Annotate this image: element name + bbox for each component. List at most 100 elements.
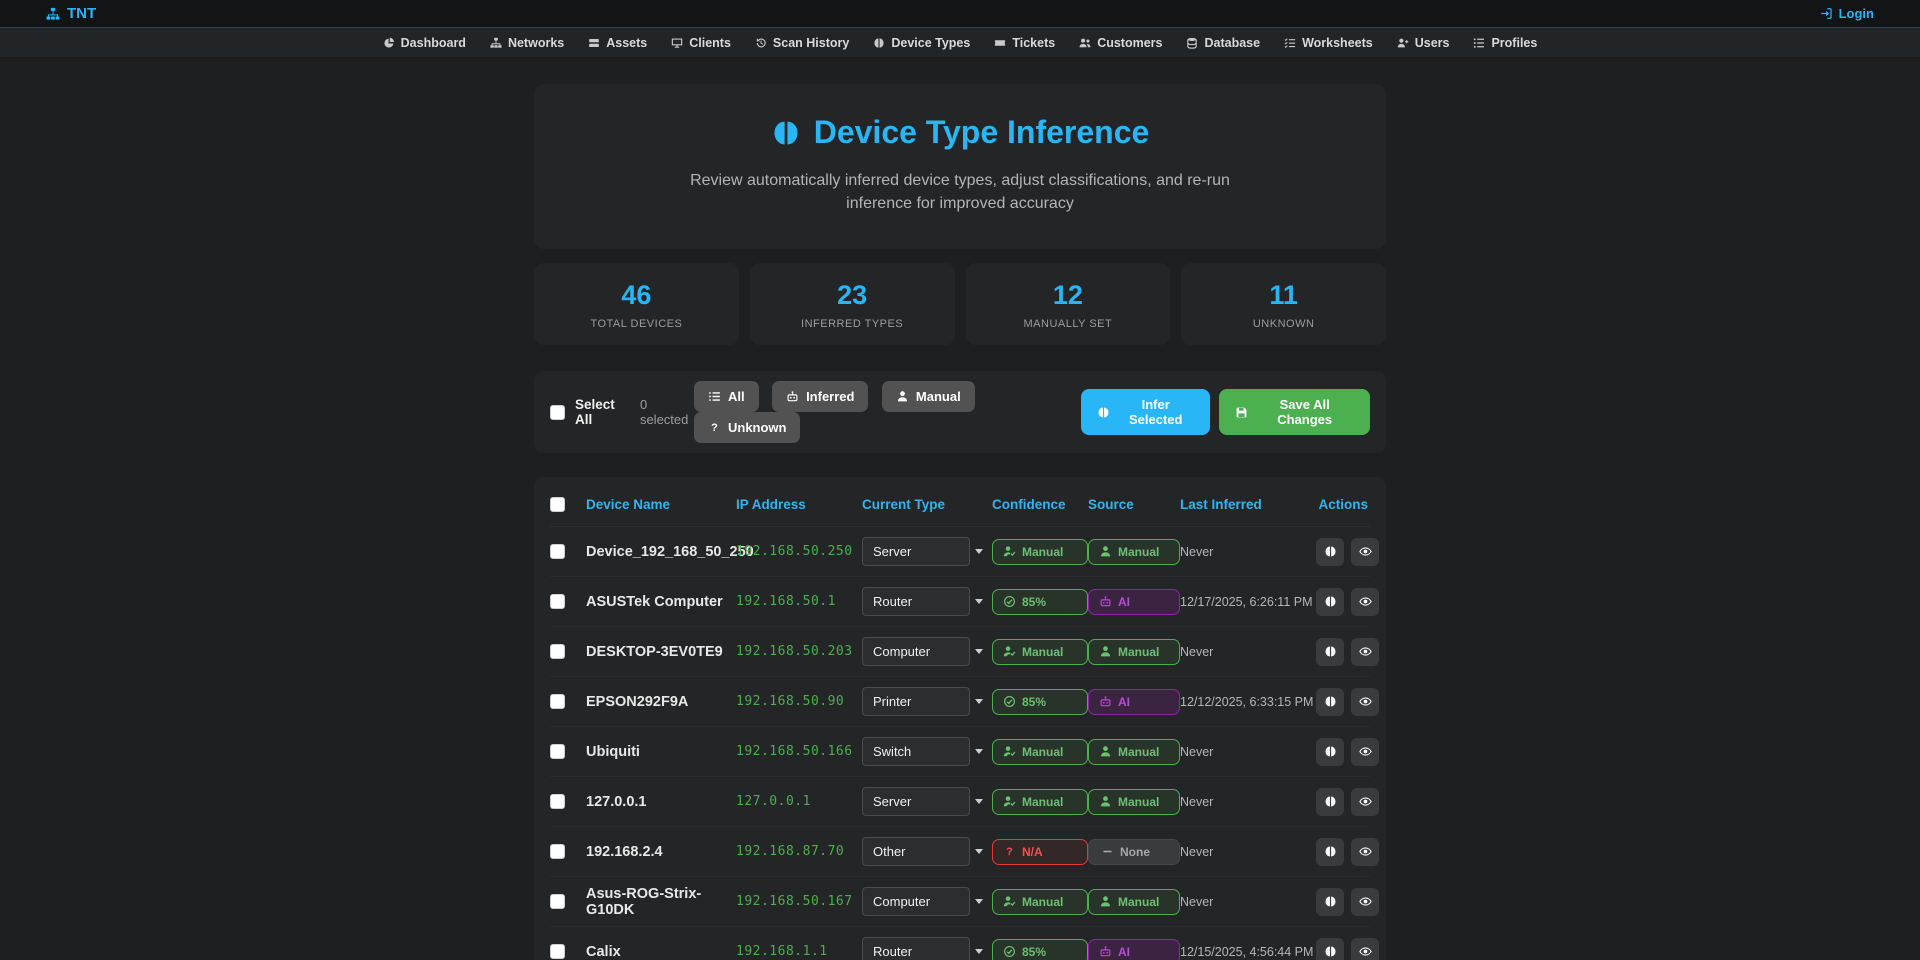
col-device-name: Device Name [586, 497, 736, 512]
nav-item-scan-history[interactable]: Scan History [755, 36, 849, 50]
infer-selected-button[interactable]: Infer Selected [1081, 389, 1210, 435]
brand-logo[interactable]: TNT [46, 5, 96, 22]
nav-item-database[interactable]: Database [1186, 36, 1260, 50]
table-row: 127.0.0.1 127.0.0.1 Server Manual Manual… [550, 777, 1370, 827]
filter-button-all[interactable]: All [694, 381, 759, 412]
current-type-select[interactable]: Router [862, 587, 970, 616]
device-name: DESKTOP-3EV0TE9 [586, 644, 736, 660]
last-inferred: 12/17/2025, 6:26:11 PM [1180, 595, 1316, 609]
view-row-button[interactable] [1351, 938, 1379, 960]
col-source: Source [1088, 497, 1180, 512]
nav-item-assets[interactable]: Assets [588, 36, 647, 50]
infer-row-button[interactable] [1316, 688, 1344, 716]
view-row-button[interactable] [1351, 688, 1379, 716]
nav-item-networks[interactable]: Networks [490, 36, 564, 50]
device-name: 127.0.0.1 [586, 794, 736, 810]
row-checkbox[interactable] [550, 894, 565, 909]
view-row-button[interactable] [1351, 888, 1379, 916]
brain-icon [771, 118, 801, 148]
infer-row-button[interactable] [1316, 938, 1344, 960]
save-all-changes-button[interactable]: Save All Changes [1219, 389, 1370, 435]
infer-row-button[interactable] [1316, 588, 1344, 616]
login-label: Login [1839, 6, 1874, 21]
stat-label: MANUALLY SET [976, 318, 1161, 330]
source-badge: Manual [1088, 539, 1180, 565]
current-type-select[interactable]: Computer [862, 637, 970, 666]
current-type-select[interactable]: Computer [862, 887, 970, 916]
source-badge: AI [1088, 589, 1180, 615]
current-type-select[interactable]: Printer [862, 687, 970, 716]
filter-button-unknown[interactable]: ? Unknown [694, 412, 801, 443]
person-check-icon [1003, 895, 1016, 908]
row-checkbox[interactable] [550, 544, 565, 559]
nav-item-customers[interactable]: Customers [1079, 36, 1162, 50]
robot-icon [1099, 695, 1112, 708]
view-row-button[interactable] [1351, 538, 1379, 566]
confidence-badge: Manual [992, 789, 1088, 815]
login-link[interactable]: Login [1820, 6, 1874, 21]
current-type-select[interactable]: Server [862, 787, 970, 816]
stat-value: 46 [544, 280, 729, 311]
eye-icon [1359, 895, 1372, 908]
nav-item-clients[interactable]: Clients [671, 36, 731, 50]
stat-label: TOTAL DEVICES [544, 318, 729, 330]
type-select-wrap: Router [862, 587, 992, 616]
stat-value: 23 [760, 280, 945, 311]
header-select-checkbox[interactable] [550, 497, 565, 512]
view-row-button[interactable] [1351, 638, 1379, 666]
type-select-wrap: Server [862, 537, 992, 566]
col-confidence: Confidence [992, 497, 1088, 512]
nav-item-dashboard[interactable]: Dashboard [383, 36, 466, 50]
nav-item-worksheets[interactable]: Worksheets [1284, 36, 1373, 50]
page-header-card: Device Type Inference Review automatical… [534, 84, 1386, 249]
source-badge: None [1088, 839, 1180, 865]
infer-row-button[interactable] [1316, 538, 1344, 566]
page-title-row: Device Type Inference [574, 114, 1346, 151]
row-checkbox[interactable] [550, 844, 565, 859]
row-checkbox[interactable] [550, 794, 565, 809]
row-actions [1316, 638, 1381, 666]
row-checkbox[interactable] [550, 594, 565, 609]
server-icon [588, 37, 600, 49]
last-inferred: 12/15/2025, 4:56:44 PM [1180, 945, 1316, 959]
infer-row-button[interactable] [1316, 738, 1344, 766]
view-row-button[interactable] [1351, 738, 1379, 766]
row-checkbox[interactable] [550, 694, 565, 709]
device-name: Ubiquiti [586, 744, 736, 760]
device-name: EPSON292F9A [586, 694, 736, 710]
users-icon [1079, 37, 1091, 49]
last-inferred: Never [1180, 895, 1316, 909]
login-icon [1820, 7, 1833, 20]
row-checkbox[interactable] [550, 744, 565, 759]
filter-button-inferred[interactable]: Inferred [772, 381, 868, 412]
current-type-select[interactable]: Switch [862, 737, 970, 766]
filter-button-manual[interactable]: Manual [882, 381, 975, 412]
nav-item-users[interactable]: Users [1397, 36, 1450, 50]
nav-item-device-types[interactable]: Device Types [873, 36, 970, 50]
infer-row-button[interactable] [1316, 888, 1344, 916]
row-checkbox[interactable] [550, 644, 565, 659]
sitemap-icon [490, 37, 502, 49]
person-icon [1099, 545, 1112, 558]
view-row-button[interactable] [1351, 838, 1379, 866]
table-row: 192.168.2.4 192.168.87.70 Other ? N/A No… [550, 827, 1370, 877]
person-check-icon [1003, 745, 1016, 758]
infer-row-button[interactable] [1316, 638, 1344, 666]
nav-item-label: Customers [1097, 36, 1162, 50]
brain-icon [1324, 645, 1337, 658]
nav-item-label: Dashboard [401, 36, 466, 50]
current-type-select[interactable]: Router [862, 937, 970, 960]
view-row-button[interactable] [1351, 788, 1379, 816]
current-type-select[interactable]: Server [862, 537, 970, 566]
select-all-checkbox[interactable] [550, 405, 565, 420]
view-row-button[interactable] [1351, 588, 1379, 616]
nav-item-profiles[interactable]: Profiles [1473, 36, 1537, 50]
current-type-select[interactable]: Other [862, 837, 970, 866]
save-all-label: Save All Changes [1255, 397, 1354, 427]
source-badge: Manual [1088, 639, 1180, 665]
row-checkbox[interactable] [550, 944, 565, 959]
infer-selected-label: Infer Selected [1117, 397, 1194, 427]
infer-row-button[interactable] [1316, 788, 1344, 816]
nav-item-tickets[interactable]: Tickets [994, 36, 1055, 50]
infer-row-button[interactable] [1316, 838, 1344, 866]
